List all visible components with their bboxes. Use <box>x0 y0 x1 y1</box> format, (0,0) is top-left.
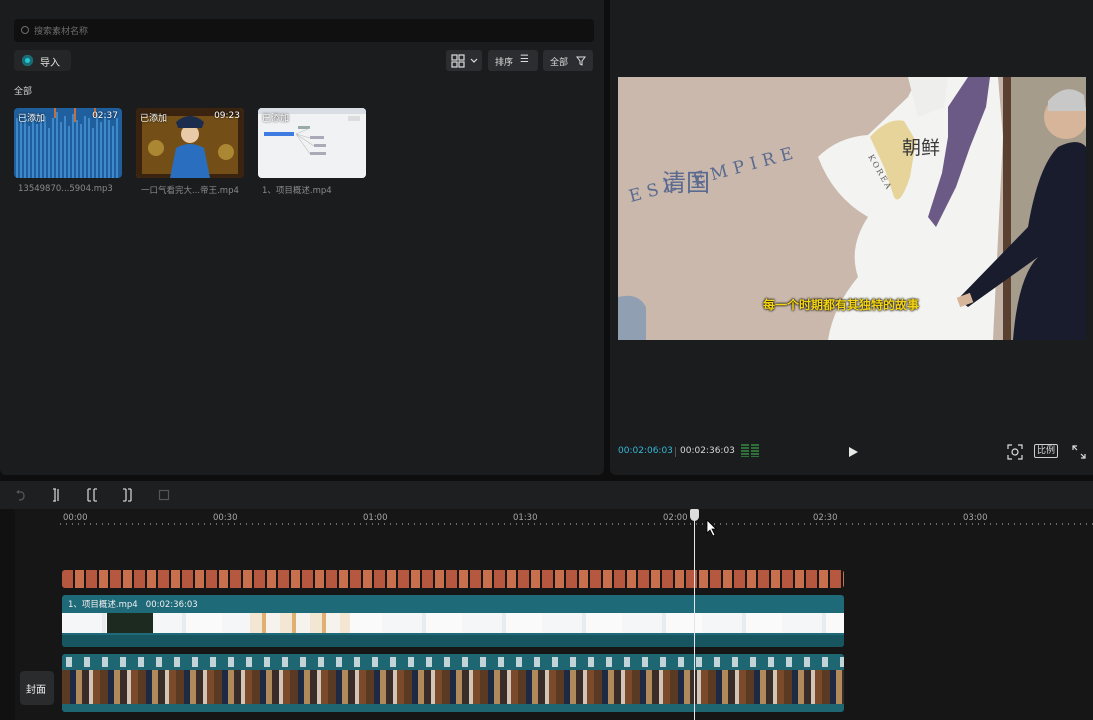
timeline-toolbar <box>0 481 1093 509</box>
map-label-chosun: 朝鲜 <box>902 137 941 159</box>
text-track[interactable] <box>62 570 844 588</box>
fit-zoom-icon[interactable] <box>1007 444 1023 460</box>
video-track-clip[interactable]: 1、项目概述.mp4 00:02:36:03 <box>62 595 844 647</box>
filter-icon <box>576 56 586 66</box>
overlay-thumbnail-strip <box>62 670 844 704</box>
chevron-down-icon <box>470 58 478 63</box>
ruler-label: 02:00 <box>663 513 688 523</box>
total-timecode: 00:02:36:03 <box>680 446 735 456</box>
playhead-line[interactable] <box>694 509 695 720</box>
player-panel: 清国 ESE EMPIRE 朝鲜 KOREA 每一个时期都有其独特的故事 00:… <box>610 0 1093 475</box>
grid-view-icon <box>451 54 465 68</box>
ruler-label: 01:30 <box>513 513 538 523</box>
ruler-label: 00:30 <box>213 513 238 523</box>
import-icon <box>22 55 33 66</box>
search-input[interactable]: 搜索素材名称 <box>14 19 594 42</box>
media-item-name: 一口气看完大...帝王.mp4 <box>141 186 239 196</box>
clip-thumbnail-dark-segment <box>107 613 153 633</box>
split-right-icon[interactable] <box>122 488 134 502</box>
sort-icon: ☰ <box>520 54 529 65</box>
import-button[interactable]: 导入 <box>14 50 71 71</box>
subtitle-text: 每一个时期都有其独特的故事 <box>763 298 920 312</box>
media-item-name: 1、项目概述.mp4 <box>262 186 332 196</box>
media-item-video-slides[interactable]: 已添加 <box>258 108 366 178</box>
current-timecode: 00:02:06:03 <box>618 446 673 456</box>
media-item-name: 13549870...5904.mp3 <box>18 184 113 194</box>
media-item-audio[interactable]: 已添加 02:37 <box>14 108 122 178</box>
time-ruler[interactable]: 00:00 00:30 01:00 01:30 02:00 02:30 03:0… <box>60 511 1093 525</box>
media-panel: 搜索素材名称 导入 排序 ☰ 全部 全部 已添加 02:37 13549870.… <box>0 0 604 475</box>
section-all-label: 全部 <box>14 87 33 97</box>
clip-title: 1、项目概述.mp4 00:02:36:03 <box>68 600 198 610</box>
ruler-ticks <box>60 523 1093 525</box>
playhead-handle[interactable] <box>690 509 699 521</box>
overlay-track-chips <box>62 657 844 667</box>
delete-icon[interactable] <box>158 489 170 501</box>
clip-thumbnail-strip <box>62 613 844 633</box>
track-header-column <box>0 509 15 720</box>
ratio-button[interactable]: 比例 <box>1034 444 1058 458</box>
timeline-panel: 00:00 00:30 01:00 01:30 02:00 02:30 03:0… <box>0 481 1093 720</box>
sort-button[interactable]: 排序 ☰ <box>488 50 538 71</box>
ruler-label: 02:30 <box>813 513 838 523</box>
clip-audio-wave <box>62 635 844 647</box>
split-icon[interactable] <box>51 488 63 502</box>
audio-meter-icon <box>741 444 761 457</box>
search-icon <box>21 26 29 34</box>
fullscreen-icon[interactable] <box>1072 445 1086 459</box>
timecode-divider <box>675 447 676 457</box>
split-left-icon[interactable] <box>86 488 98 502</box>
ruler-label: 01:00 <box>363 513 388 523</box>
filter-button[interactable]: 全部 <box>543 50 593 71</box>
media-item-video-drama[interactable]: 已添加 09:23 <box>136 108 244 178</box>
mouse-cursor-icon <box>706 519 717 537</box>
play-icon[interactable] <box>846 445 860 459</box>
overlay-video-track[interactable] <box>62 654 844 712</box>
undo-icon[interactable] <box>14 489 26 501</box>
video-preview[interactable]: 清国 ESE EMPIRE 朝鲜 KOREA 每一个时期都有其独特的故事 <box>618 77 1086 340</box>
view-toggle-button[interactable] <box>446 50 482 71</box>
cover-button[interactable]: 封面 <box>20 671 54 705</box>
ruler-label: 03:00 <box>963 513 988 523</box>
ruler-label: 00:00 <box>63 513 88 523</box>
clip-thumbnail-color-segment <box>250 613 350 633</box>
